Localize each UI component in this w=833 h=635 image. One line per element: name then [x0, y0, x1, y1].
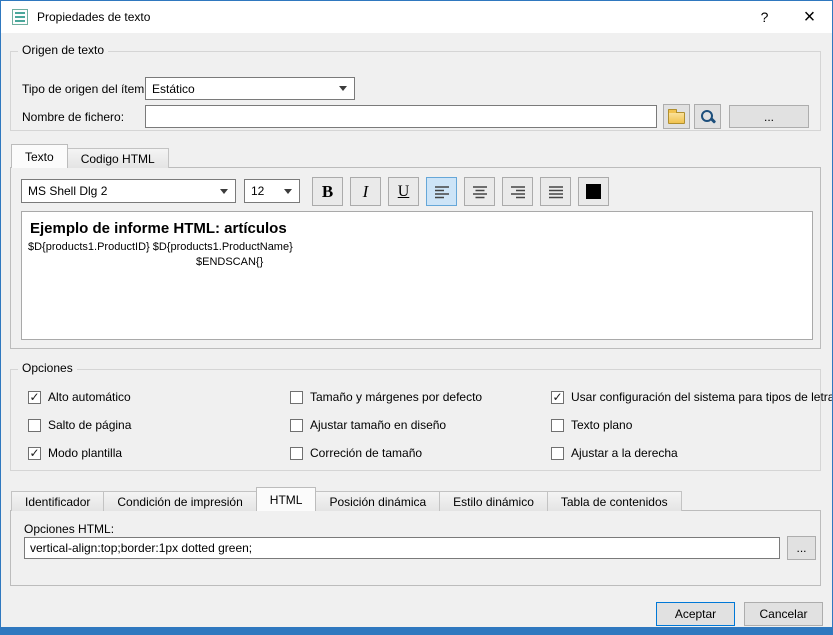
align-center-button[interactable]	[464, 177, 495, 206]
html-options-more-button[interactable]: ...	[787, 536, 816, 560]
font-family-value: MS Shell Dlg 2	[28, 184, 214, 198]
checkbox-tamano-margenes-defecto[interactable]: Tamaño y márgenes por defecto	[290, 390, 551, 404]
text-editor-area[interactable]: Ejemplo de informe HTML: artículos $D{pr…	[21, 211, 813, 340]
checkbox-box[interactable]: ✓	[28, 447, 41, 460]
checkbox-ajustar-derecha[interactable]: Ajustar a la derecha	[551, 446, 833, 460]
accept-button[interactable]: Aceptar	[656, 602, 735, 626]
checkbox-label: Ajustar tamaño en diseño	[310, 418, 446, 432]
chevron-down-icon	[284, 189, 292, 194]
properties-tabbar: Identificador Condición de impresión HTM…	[11, 487, 681, 511]
window-title: Propiedades de texto	[37, 10, 150, 24]
checkbox-label: Alto automático	[48, 390, 131, 404]
tab-posicion-dinamica[interactable]: Posición dinámica	[315, 491, 440, 511]
checkbox-correcion-tamano[interactable]: Correción de tamaño	[290, 446, 551, 460]
open-file-button[interactable]	[663, 104, 690, 129]
checkbox-usar-configuracion-sistema[interactable]: ✓ Usar configuración del sistema para ti…	[551, 390, 833, 404]
checkbox-label: Usar configuración del sistema para tipo…	[571, 390, 833, 404]
italic-glyph: I	[363, 182, 369, 202]
item-source-type-label: Tipo de origen del ítem:	[22, 78, 148, 100]
text-color-button[interactable]	[578, 177, 609, 206]
checkbox-label: Texto plano	[571, 418, 632, 432]
bold-button[interactable]: B	[312, 177, 343, 206]
checkbox-box[interactable]	[551, 419, 564, 432]
chevron-down-icon	[339, 86, 347, 91]
close-button[interactable]: ×	[787, 1, 832, 33]
magnifier-icon	[700, 109, 716, 125]
origin-group-title: Origen de texto	[18, 43, 108, 57]
align-left-button[interactable]	[426, 177, 457, 206]
font-size-combobox[interactable]: 12	[244, 179, 300, 203]
font-family-combobox[interactable]: MS Shell Dlg 2	[21, 179, 236, 203]
checkbox-label: Modo plantilla	[48, 446, 122, 460]
checkbox-ajustar-tamano-diseno[interactable]: Ajustar tamaño en diseño	[290, 418, 551, 432]
item-source-type-value: Estático	[152, 82, 333, 96]
bold-glyph: B	[322, 182, 333, 202]
browse-more-button[interactable]: ...	[729, 105, 809, 128]
text-content-line1: $D{products1.ProductID} $D{products1.Pro…	[28, 240, 806, 255]
text-content-line2: $ENDSCAN{}	[196, 255, 806, 270]
checkbox-box[interactable]	[290, 391, 303, 404]
underline-glyph: U	[398, 183, 410, 201]
filename-label: Nombre de fichero:	[22, 106, 124, 128]
tab-tabla-contenidos[interactable]: Tabla de contenidos	[547, 491, 682, 511]
title-bar[interactable]: Propiedades de texto ? ×	[1, 1, 832, 33]
align-center-icon	[472, 185, 488, 199]
checkbox-box[interactable]	[290, 419, 303, 432]
tab-identificador[interactable]: Identificador	[11, 491, 104, 511]
check-mark: ✓	[552, 391, 562, 403]
checkbox-box[interactable]	[290, 447, 303, 460]
app-icon	[12, 9, 28, 25]
align-justify-icon	[548, 185, 564, 199]
text-content-heading: Ejemplo de informe HTML: artículos	[30, 220, 806, 237]
editor-tabbar: Texto Codigo HTML	[11, 144, 168, 168]
align-right-icon	[510, 185, 526, 199]
align-left-icon	[434, 185, 450, 199]
checkbox-salto-pagina[interactable]: Salto de página	[28, 418, 290, 432]
checkbox-label: Ajustar a la derecha	[571, 446, 678, 460]
check-mark: ✓	[29, 391, 39, 403]
window-bottom-border	[1, 627, 832, 634]
underline-button[interactable]: U	[388, 177, 419, 206]
caption-buttons: ? ×	[742, 1, 832, 33]
checkbox-alto-automatico[interactable]: ✓ Alto automático	[28, 390, 290, 404]
checkbox-texto-plano[interactable]: Texto plano	[551, 418, 833, 432]
checkbox-box[interactable]	[28, 419, 41, 432]
format-toolbar: B I U	[312, 177, 609, 206]
color-swatch-icon	[586, 184, 601, 199]
checkbox-box[interactable]: ✓	[28, 391, 41, 404]
check-mark: ✓	[29, 447, 39, 459]
checkbox-label: Tamaño y márgenes por defecto	[310, 390, 482, 404]
chevron-down-icon	[220, 189, 228, 194]
checkbox-box[interactable]	[551, 447, 564, 460]
filename-input[interactable]	[145, 105, 657, 128]
help-button[interactable]: ?	[742, 1, 787, 33]
item-source-type-combobox[interactable]: Estático	[145, 77, 355, 100]
search-field-button[interactable]	[694, 104, 721, 129]
tab-condicion-impresion[interactable]: Condición de impresión	[103, 491, 256, 511]
font-size-value: 12	[251, 184, 278, 198]
tab-html[interactable]: HTML	[256, 487, 317, 511]
tab-texto[interactable]: Texto	[11, 144, 68, 168]
folder-icon	[668, 112, 685, 124]
cancel-button[interactable]: Cancelar	[744, 602, 823, 626]
options-group-title: Opciones	[18, 361, 77, 375]
options-checkbox-grid: ✓ Alto automático Tamaño y márgenes por …	[28, 383, 814, 467]
text-properties-dialog: Propiedades de texto ? × Origen de texto…	[0, 0, 833, 635]
checkbox-label: Correción de tamaño	[310, 446, 422, 460]
checkbox-box[interactable]: ✓	[551, 391, 564, 404]
checkbox-modo-plantilla[interactable]: ✓ Modo plantilla	[28, 446, 290, 460]
tab-codigo-html[interactable]: Codigo HTML	[67, 148, 169, 168]
italic-button[interactable]: I	[350, 177, 381, 206]
tab-estilo-dinamico[interactable]: Estilo dinámico	[439, 491, 548, 511]
align-justify-button[interactable]	[540, 177, 571, 206]
checkbox-label: Salto de página	[48, 418, 131, 432]
html-options-input[interactable]	[24, 537, 780, 559]
align-right-button[interactable]	[502, 177, 533, 206]
